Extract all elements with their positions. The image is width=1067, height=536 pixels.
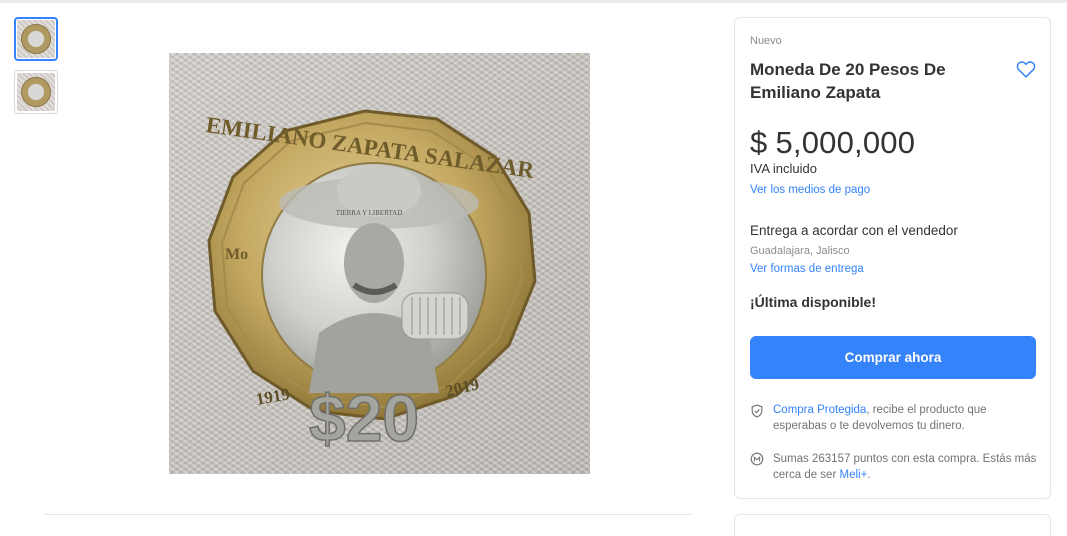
points-description: Sumas 263157 puntos con esta compra. Est… (773, 453, 1037, 481)
meli-plus-link[interactable]: Meli+ (839, 469, 867, 481)
seller-location: Guadalajara, Jalisco (750, 245, 850, 257)
purchase-protection-link[interactable]: Compra Protegida (773, 404, 866, 416)
loyalty-points-text: Sumas 263157 puntos con esta compra. Est… (773, 451, 1038, 483)
coin-denomination: $20 (309, 381, 419, 455)
condition-label: Nuevo (750, 35, 782, 47)
favorite-heart-icon[interactable] (1015, 58, 1037, 80)
coin-thumbnail-icon (14, 70, 58, 114)
delivery-title: Entrega a acordar con el vendedor (750, 223, 958, 238)
meli-points-icon (750, 452, 766, 468)
delivery-options-link[interactable]: Ver formas de entrega (750, 263, 864, 275)
price-currency: $ (750, 125, 768, 160)
payment-methods-link[interactable]: Ver los medios de pago (750, 184, 870, 196)
tax-label: IVA incluido (750, 161, 817, 176)
coin-motto: TIERRA Y LIBERTAD (336, 209, 403, 217)
product-main-image[interactable]: EMILIANO ZAPATA SALAZAR TIERRA Y LIBERTA… (169, 53, 590, 474)
purchase-protection-text: Compra Protegida, recibe el producto que… (773, 402, 1038, 434)
top-strip (0, 0, 1067, 3)
coin-mint-mark: Mo (225, 246, 248, 263)
price-amount: 5,000,000 (775, 125, 916, 160)
price: $5,000,000 (750, 125, 915, 161)
buy-now-button[interactable]: Comprar ahora (750, 336, 1036, 379)
secondary-panel (734, 514, 1051, 536)
purchase-panel: Nuevo Moneda De 20 Pesos De Emiliano Zap… (734, 17, 1051, 499)
points-suffix: . (867, 469, 871, 481)
thumbnail-2[interactable] (14, 70, 58, 114)
product-title: Moneda De 20 Pesos De Emiliano Zapata (750, 60, 946, 102)
shield-icon (750, 404, 766, 420)
coin-thumbnail-icon (17, 20, 55, 58)
coin-year-left: 1919 (254, 384, 291, 409)
stock-status: ¡Última disponible! (750, 294, 876, 310)
section-divider (44, 514, 691, 515)
thumbnail-1[interactable] (14, 17, 58, 61)
